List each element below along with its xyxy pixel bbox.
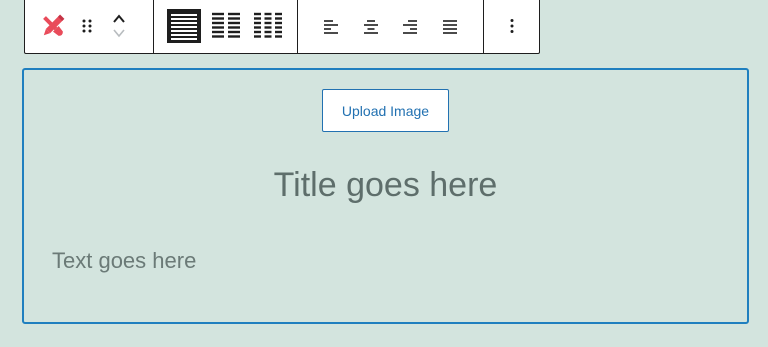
- justify-icon: [442, 20, 457, 34]
- align-right-button[interactable]: [398, 14, 422, 38]
- block-mover: [109, 12, 129, 40]
- layout-group: [154, 0, 298, 53]
- one-column-icon: [166, 9, 201, 43]
- brush-pencil-icon: [43, 14, 65, 36]
- drag-handle-icon: [82, 19, 92, 33]
- align-left-icon: [324, 20, 339, 34]
- layout-one-column-button[interactable]: [166, 8, 202, 44]
- layout-two-column-button[interactable]: [208, 8, 244, 44]
- move-down-button[interactable]: [109, 26, 129, 40]
- align-center-button[interactable]: [359, 14, 383, 38]
- block-text[interactable]: Text goes here: [52, 248, 196, 274]
- align-center-icon: [363, 20, 378, 34]
- two-column-icon: [211, 12, 240, 38]
- align-right-icon: [403, 20, 418, 34]
- upload-image-button[interactable]: Upload Image: [322, 89, 449, 132]
- more-options-icon: [510, 19, 513, 33]
- layout-three-column-button[interactable]: [250, 8, 286, 44]
- block-title[interactable]: Title goes here: [24, 166, 747, 205]
- options-group: [484, 0, 539, 53]
- three-column-icon: [253, 12, 282, 38]
- drag-handle-button[interactable]: [69, 14, 99, 38]
- block-controls-group: [25, 0, 154, 53]
- justify-button[interactable]: [438, 14, 462, 38]
- block-toolbar: [24, 0, 540, 54]
- chevron-down-icon: [113, 29, 125, 38]
- alignment-group: [298, 0, 484, 53]
- chevron-up-icon: [113, 14, 125, 23]
- move-up-button[interactable]: [109, 12, 129, 26]
- block-type-button[interactable]: [37, 10, 69, 42]
- selected-block[interactable]: Upload Image Title goes here Text goes h…: [22, 68, 749, 324]
- align-left-button[interactable]: [319, 14, 343, 38]
- more-options-button[interactable]: [500, 14, 524, 38]
